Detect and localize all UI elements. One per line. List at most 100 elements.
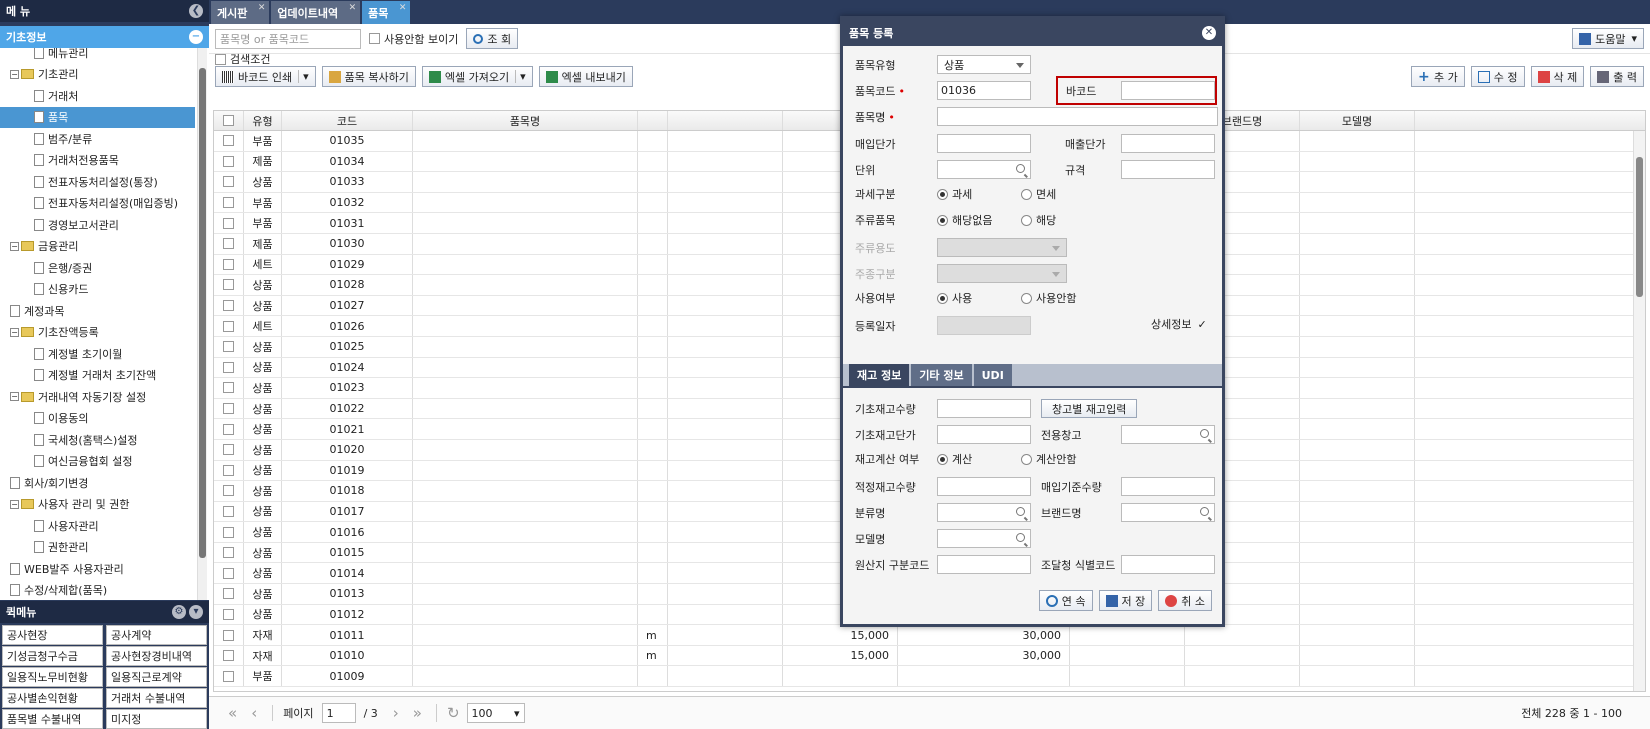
select-all-checkbox[interactable] xyxy=(214,111,244,130)
tree-item[interactable]: 거래처 xyxy=(0,85,195,107)
quick-menu-item[interactable]: 공사별손익현황 xyxy=(2,688,103,708)
tree-item[interactable]: 계정별 초기이월 xyxy=(0,343,195,365)
quick-menu-item[interactable]: 미지정 xyxy=(106,709,207,729)
quick-menu-item[interactable]: 공사현장 xyxy=(2,625,103,645)
search-icon[interactable] xyxy=(1016,164,1025,173)
row-checkbox[interactable] xyxy=(214,625,244,645)
row-checkbox[interactable] xyxy=(214,604,244,625)
search-icon[interactable] xyxy=(1200,507,1209,516)
collapse-toggle-icon[interactable]: − xyxy=(10,69,19,79)
tree-item[interactable]: 여신금융협회 설정 xyxy=(0,451,195,473)
tree-item[interactable]: 메뉴관리 xyxy=(0,48,195,64)
row-checkbox[interactable] xyxy=(214,336,244,357)
collapse-toggle-icon[interactable]: − xyxy=(10,327,19,337)
tree-item[interactable]: − 사용자 관리 및 권한 xyxy=(0,494,195,516)
help-button[interactable]: 도움말 ▾ xyxy=(1572,28,1644,49)
tree-item[interactable]: 범주/분류 xyxy=(0,128,195,150)
tax-radio[interactable]: 과세 xyxy=(937,186,1021,202)
tree-item[interactable]: − 거래내역 자동기장 설정 xyxy=(0,386,195,408)
row-checkbox[interactable] xyxy=(214,378,244,398)
tree-item[interactable]: 계정별 거래처 초기잔액 xyxy=(0,365,195,387)
collapse-toggle-icon[interactable]: − xyxy=(10,499,19,509)
minus-icon[interactable]: − xyxy=(189,30,203,44)
tree-item[interactable]: − 금융관리 xyxy=(0,236,195,258)
quick-menu-item[interactable]: 거래처 수불내역 xyxy=(106,688,207,708)
warehouse-input[interactable] xyxy=(1121,425,1215,444)
quick-menu-item[interactable]: 일용직노무비현황 xyxy=(2,667,103,687)
liquor-none-radio[interactable]: 해당없음 xyxy=(937,212,1021,228)
unuse-radio[interactable]: 사용안함 xyxy=(1021,290,1076,306)
row-checkbox[interactable] xyxy=(214,295,244,316)
column-header[interactable]: 품목명 xyxy=(413,111,638,130)
first-page-icon[interactable]: « xyxy=(228,704,237,722)
quick-menu-item[interactable]: 일용직근로계약 xyxy=(106,667,207,687)
copy-item-button[interactable]: 품목 복사하기 xyxy=(321,66,416,87)
tab-updates[interactable]: 업데이트내역 ✕ xyxy=(271,1,361,24)
row-checkbox[interactable] xyxy=(214,398,244,419)
gear-icon[interactable]: ⚙ xyxy=(172,605,186,619)
edit-button[interactable]: 수 정 xyxy=(1470,66,1525,87)
grid-scrollbar[interactable] xyxy=(1633,131,1645,691)
collapse-toggle-icon[interactable]: − xyxy=(10,392,19,402)
tree-item[interactable]: 사용자관리 xyxy=(0,515,195,537)
tree-item[interactable]: 신용카드 xyxy=(0,279,195,301)
tree-item[interactable]: 전표자동처리설정(통장) xyxy=(0,171,195,193)
section-basic-info[interactable]: 기초정보 − xyxy=(0,26,209,48)
chevron-down-icon[interactable]: ▾ xyxy=(189,605,203,619)
brand-input[interactable] xyxy=(1121,503,1215,522)
model-input[interactable] xyxy=(937,529,1031,548)
row-checkbox[interactable] xyxy=(214,172,244,192)
show-unused-checkbox[interactable]: 사용안함 보이기 xyxy=(369,31,458,47)
search-icon[interactable] xyxy=(1016,533,1025,542)
column-header[interactable]: 코드 xyxy=(282,111,413,130)
column-header[interactable]: 유형 xyxy=(244,111,282,130)
table-row[interactable]: 자재 01011 m 15,000 30,000 xyxy=(214,625,1645,646)
row-checkbox[interactable] xyxy=(214,275,244,295)
tab-udi[interactable]: UDI xyxy=(973,364,1012,386)
tab-stock-info[interactable]: 재고 정보 xyxy=(849,364,910,386)
row-checkbox[interactable] xyxy=(214,584,244,604)
sell-price-input[interactable] xyxy=(1121,134,1215,153)
row-checkbox[interactable] xyxy=(214,151,244,172)
quick-menu-item[interactable]: 공사계약 xyxy=(106,625,207,645)
proc-code-input[interactable] xyxy=(1121,555,1215,574)
row-checkbox[interactable] xyxy=(214,357,244,378)
row-checkbox[interactable] xyxy=(214,419,244,439)
tree-item[interactable]: 권한관리 xyxy=(0,537,195,559)
tree-scrollbar[interactable] xyxy=(197,48,207,600)
liquor-yes-radio[interactable]: 해당 xyxy=(1021,212,1056,228)
table-row[interactable]: 부품 01009 xyxy=(214,666,1645,688)
cancel-button[interactable]: 취 소 xyxy=(1158,590,1212,611)
delete-button[interactable]: 삭 제 xyxy=(1530,66,1585,87)
row-checkbox[interactable] xyxy=(214,439,244,460)
barcode-input[interactable] xyxy=(1121,81,1215,100)
tree-item[interactable]: 이용동의 xyxy=(0,408,195,430)
column-header[interactable] xyxy=(638,111,668,130)
item-code-input[interactable]: 01036 xyxy=(937,81,1031,100)
column-header[interactable] xyxy=(668,111,783,130)
search-condition-toggle[interactable]: 검색조건 xyxy=(215,51,270,67)
collapse-sidebar-icon[interactable]: ❮ xyxy=(189,4,203,18)
excel-export-button[interactable]: 엑셀 내보내기 xyxy=(538,66,633,87)
row-checkbox[interactable] xyxy=(214,666,244,687)
row-checkbox[interactable] xyxy=(214,501,244,522)
row-checkbox[interactable] xyxy=(214,192,244,213)
refresh-icon[interactable]: ↻ xyxy=(435,704,460,722)
page-size-select[interactable]: 100 ▾ xyxy=(466,703,525,723)
search-input[interactable]: 품목명 or 품목코드 xyxy=(215,28,361,49)
page-input[interactable]: 1 xyxy=(321,703,356,723)
stock-qty-input[interactable] xyxy=(937,399,1031,418)
row-checkbox[interactable] xyxy=(214,481,244,501)
liquor-kind-select[interactable] xyxy=(937,264,1067,283)
row-checkbox[interactable] xyxy=(214,131,244,151)
row-checkbox[interactable] xyxy=(214,645,244,666)
tree-item[interactable]: − 기초잔액등록 xyxy=(0,322,195,344)
next-page-icon[interactable]: › xyxy=(393,704,399,722)
search-icon[interactable] xyxy=(1016,507,1025,516)
tree-item[interactable]: 전표자동처리설정(매입증빙) xyxy=(0,193,195,215)
row-checkbox[interactable] xyxy=(214,460,244,481)
last-page-icon[interactable]: » xyxy=(413,704,422,722)
item-type-select[interactable]: 상품 xyxy=(937,55,1031,74)
row-checkbox[interactable] xyxy=(214,563,244,584)
continue-button[interactable]: 연 속 xyxy=(1038,590,1093,611)
